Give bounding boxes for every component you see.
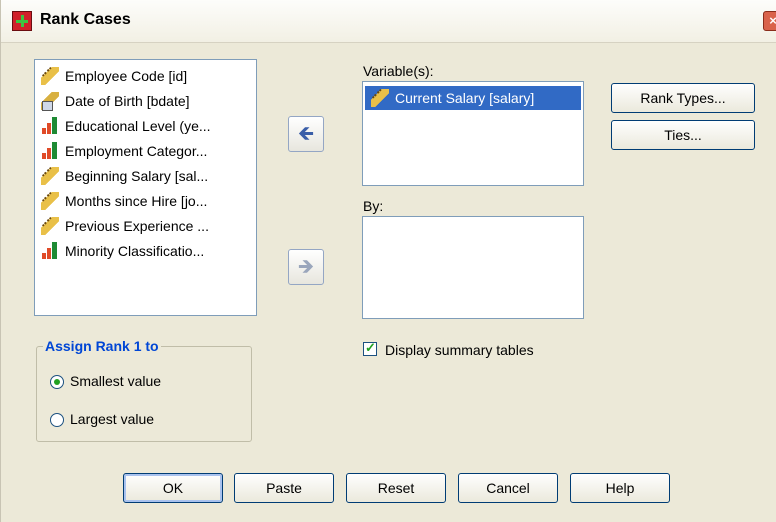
bar-chart-icon [41, 117, 59, 135]
move-to-by-button[interactable]: 🡺 [288, 249, 324, 285]
list-item[interactable]: Current Salary [salary] [365, 86, 581, 110]
list-item[interactable]: Minority Classificatio... [35, 239, 256, 263]
variable-label: Beginning Salary [sal... [65, 168, 209, 184]
variable-label: Minority Classificatio... [65, 243, 205, 259]
variables-label: Variable(s): [363, 63, 434, 79]
ok-button[interactable]: OK [123, 473, 223, 503]
variable-label: Current Salary [salary] [395, 90, 535, 106]
variable-label: Employment Categor... [65, 143, 208, 159]
ruler-icon [41, 167, 59, 185]
display-summary-checkbox[interactable]: ✓ [363, 340, 377, 356]
by-label: By: [363, 198, 384, 214]
list-item[interactable]: Date of Birth [bdate] [35, 89, 256, 113]
largest-value-label[interactable]: Largest value [70, 411, 154, 427]
list-item[interactable]: Educational Level (ye... [35, 114, 256, 138]
ties-button[interactable]: Ties... [611, 120, 755, 150]
rank-cases-dialog: Rank Cases × Employee Code [id] Date of … [0, 0, 776, 522]
reset-button[interactable]: Reset [346, 473, 446, 503]
ruler-icon [371, 89, 389, 107]
bar-chart-icon [41, 242, 59, 260]
variable-label: Date of Birth [bdate] [65, 93, 190, 109]
arrow-left-icon: 🡸 [297, 123, 315, 145]
close-button[interactable]: × [763, 11, 776, 31]
variable-label: Employee Code [id] [65, 68, 188, 84]
title-bar[interactable]: Rank Cases × [1, 0, 776, 43]
help-button[interactable]: Help [570, 473, 670, 503]
rank-types-button[interactable]: Rank Types... [611, 83, 755, 113]
bar-chart-icon [41, 142, 59, 160]
arrow-right-icon: 🡺 [297, 256, 315, 278]
list-item[interactable]: Previous Experience ... [35, 214, 256, 238]
list-item[interactable]: Beginning Salary [sal... [35, 164, 256, 188]
smallest-value-radio[interactable] [50, 375, 64, 389]
variable-label: Months since Hire [jo... [65, 193, 208, 209]
assign-rank-group: Assign Rank 1 to Smallest value Largest … [36, 338, 252, 442]
ruler-icon [41, 192, 59, 210]
list-item[interactable]: Employment Categor... [35, 139, 256, 163]
list-item[interactable]: Months since Hire [jo... [35, 189, 256, 213]
paste-button[interactable]: Paste [234, 473, 334, 503]
source-variable-list[interactable]: Employee Code [id] Date of Birth [bdate]… [34, 59, 257, 316]
cancel-button[interactable]: Cancel [458, 473, 558, 503]
variable-label: Previous Experience ... [65, 218, 209, 234]
largest-value-radio[interactable] [50, 413, 64, 427]
date-icon [41, 92, 59, 111]
by-list[interactable] [362, 216, 584, 319]
variables-list[interactable]: Current Salary [salary] [362, 81, 584, 186]
smallest-value-label[interactable]: Smallest value [70, 373, 161, 389]
app-icon [12, 11, 32, 31]
variable-label: Educational Level (ye... [65, 118, 211, 134]
display-summary-label[interactable]: Display summary tables [385, 342, 534, 358]
ruler-icon [41, 217, 59, 235]
move-to-variables-button[interactable]: 🡸 [288, 116, 324, 152]
ruler-icon [41, 67, 59, 85]
check-icon: ✓ [365, 340, 376, 355]
dialog-title: Rank Cases [40, 11, 131, 28]
assign-rank-title: Assign Rank 1 to [43, 338, 161, 354]
list-item[interactable]: Employee Code [id] [35, 64, 256, 88]
